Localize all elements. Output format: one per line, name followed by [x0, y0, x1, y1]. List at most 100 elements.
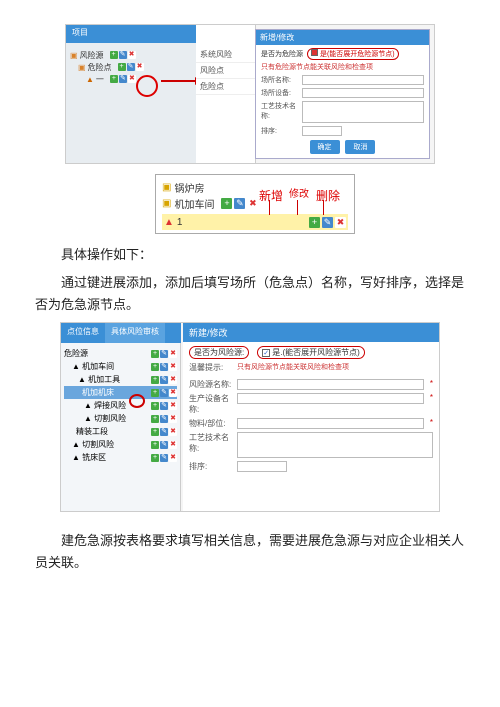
process-textarea[interactable] — [237, 432, 433, 458]
field-label: 场所设备: — [261, 88, 299, 98]
tab[interactable]: 具体风险审核 — [105, 323, 165, 343]
delete-icon[interactable]: ✖ — [128, 51, 136, 59]
checkbox-label-circled: 是否为风险源: — [189, 346, 249, 359]
equipment-input[interactable] — [237, 393, 424, 404]
risk-name-input[interactable] — [237, 379, 424, 390]
add-icon[interactable]: + — [221, 198, 232, 209]
add-icon[interactable]: + — [110, 75, 118, 83]
ok-button[interactable]: 确定 — [310, 140, 340, 154]
edit-icon[interactable]: ✎ — [160, 350, 168, 358]
tree-row[interactable]: ▣ 风险源 + ✎ ✖ — [70, 49, 144, 61]
annotation-line — [297, 200, 298, 215]
tree-row[interactable]: ▲ 焊接风险+✎✖ — [64, 399, 177, 412]
dialog-new-edit: 新增/修改 是否为危险源 是(能否展开危险源节点) 只有危险源节点能关联风险和检… — [255, 29, 430, 159]
edit-icon[interactable]: ✎ — [234, 198, 245, 209]
checkbox-checked[interactable] — [311, 49, 318, 56]
tree-row[interactable]: ▲ 机加车间+✎✖ — [64, 360, 177, 373]
delete-icon[interactable]: ✖ — [136, 63, 144, 71]
add-icon[interactable]: + — [151, 376, 159, 384]
edit-icon[interactable]: ✎ — [160, 415, 168, 423]
body-text: 建危急源按表格要求填写相关信息，需要进展危急源与对应企业相关人员关联。 — [35, 530, 465, 574]
add-icon[interactable]: + — [151, 454, 159, 462]
edit-icon[interactable]: ✎ — [119, 75, 127, 83]
tree-row[interactable]: ▲ 机加工具+✎✖ — [64, 373, 177, 386]
tree-row[interactable]: ▲ 铣床区+✎✖ — [64, 451, 177, 464]
add-icon[interactable]: + — [151, 363, 159, 371]
list-item[interactable]: 危险点 — [196, 79, 255, 95]
delete-icon[interactable]: ✖ — [247, 198, 258, 209]
checkbox-option-circled: 是(能否展开危险源节点) — [307, 48, 399, 60]
annotation-delete: 删除 — [316, 187, 340, 204]
warning-icon: ▣ — [78, 63, 86, 72]
edit-icon[interactable]: ✎ — [160, 376, 168, 384]
checkbox-checked[interactable]: ✓ — [262, 349, 270, 357]
add-icon[interactable]: + — [110, 51, 118, 59]
edit-icon[interactable]: ✎ — [127, 63, 135, 71]
field-label: 工艺技术名称: — [189, 432, 233, 454]
delete-icon[interactable]: ✖ — [169, 350, 177, 358]
field-label: 排序: — [261, 126, 299, 136]
warning-icon: ▲ — [86, 75, 94, 84]
tree-row[interactable]: ▲ 切割风险+✎✖ — [64, 412, 177, 425]
tree-row[interactable]: ▲ 切割风险+✎✖ — [64, 438, 177, 451]
tree-row[interactable]: 危险源+✎✖ — [64, 347, 177, 360]
screenshot-1: 项目 ▣ 风险源 + ✎ ✖ ▣ 危险点 + ✎ ✖ — [65, 24, 435, 164]
field-label: 场所名称: — [261, 75, 299, 85]
edit-icon[interactable]: ✎ — [160, 402, 168, 410]
edit-icon[interactable]: ✎ — [160, 363, 168, 371]
delete-icon[interactable]: ✖ — [169, 376, 177, 384]
edit-icon[interactable]: ✎ — [322, 217, 333, 228]
tab-label[interactable]: 项目 — [72, 28, 88, 37]
add-icon[interactable]: + — [151, 389, 159, 397]
tree-label: 机加车间 — [174, 196, 214, 211]
delete-icon[interactable]: ✖ — [169, 402, 177, 410]
tree-row[interactable]: 精装工段+✎✖ — [64, 425, 177, 438]
tree-row-selected[interactable]: 机加机床+✎✖ — [64, 386, 177, 399]
screenshot-2: ▣ 锅炉房 ▣ 机加车间 + ✎ ✖ ▲ 1 + ✎ ✖ 新增 修改 删除 — [155, 174, 355, 234]
delete-icon[interactable]: ✖ — [169, 363, 177, 371]
folder-icon: ▣ — [162, 182, 171, 193]
edit-icon[interactable]: ✎ — [160, 389, 168, 397]
hint-text: 只有危险源节点能关联风险和检查项 — [261, 62, 424, 72]
field-label: 工艺技术名称: — [261, 101, 299, 121]
delete-icon[interactable]: ✖ — [128, 75, 136, 83]
edit-icon[interactable]: ✎ — [119, 51, 127, 59]
tree-row-selected[interactable]: ▲ 1 + ✎ ✖ — [162, 214, 348, 230]
add-icon[interactable]: + — [309, 217, 320, 228]
cancel-button[interactable]: 取消 — [345, 140, 375, 154]
warning-icon: ▲ — [164, 217, 174, 228]
add-icon[interactable]: + — [151, 402, 159, 410]
material-input[interactable] — [237, 418, 424, 429]
add-icon[interactable]: + — [151, 350, 159, 358]
name-input[interactable] — [302, 75, 424, 85]
delete-icon[interactable]: ✖ — [335, 217, 346, 228]
list-item[interactable]: 系统风险 — [196, 47, 255, 63]
required-star: * — [430, 418, 433, 427]
mid-panel: 系统风险 风险点 危险点 — [196, 25, 256, 163]
add-icon[interactable]: + — [118, 63, 126, 71]
delete-icon[interactable]: ✖ — [169, 415, 177, 423]
required-star: * — [430, 393, 433, 402]
edit-icon[interactable]: ✎ — [160, 441, 168, 449]
add-icon[interactable]: + — [151, 441, 159, 449]
annotation-new: 新增 — [259, 187, 283, 204]
tree-row[interactable]: ▲ 一 + ✎ ✖ — [70, 73, 144, 85]
sort-input[interactable] — [237, 461, 287, 472]
sort-input[interactable] — [302, 126, 342, 136]
delete-icon[interactable]: ✖ — [169, 389, 177, 397]
delete-icon[interactable]: ✖ — [169, 441, 177, 449]
edit-icon[interactable]: ✎ — [160, 428, 168, 436]
delete-icon[interactable]: ✖ — [169, 454, 177, 462]
tree-row[interactable]: ▣ 危险点 + ✎ ✖ — [70, 61, 144, 73]
tab[interactable]: 点位信息 — [61, 323, 105, 343]
add-icon[interactable]: + — [151, 415, 159, 423]
code-input[interactable] — [302, 88, 424, 98]
field-label: 生产设备名称: — [189, 393, 233, 415]
annotation-modify: 修改 — [289, 185, 309, 200]
list-item[interactable]: 风险点 — [196, 63, 255, 79]
hint-text: 只有风险源节点能关联风险和检查项 — [237, 362, 349, 372]
edit-icon[interactable]: ✎ — [160, 454, 168, 462]
desc-textarea[interactable] — [302, 101, 424, 123]
add-icon[interactable]: + — [151, 428, 159, 436]
delete-icon[interactable]: ✖ — [169, 428, 177, 436]
